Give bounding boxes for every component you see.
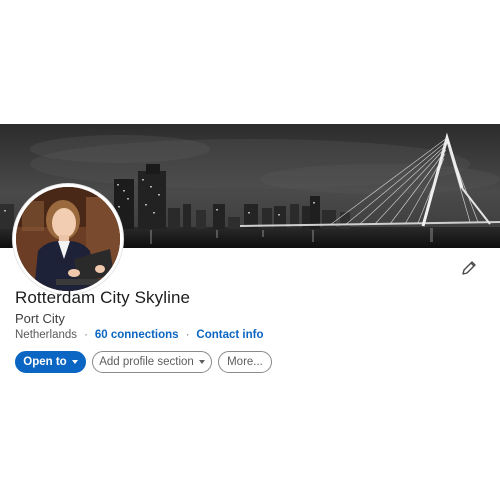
- add-section-label: Add profile section: [99, 356, 194, 368]
- pencil-icon: [462, 261, 476, 275]
- edit-profile-button[interactable]: [460, 259, 478, 277]
- more-button[interactable]: More...: [218, 351, 272, 373]
- contact-info-link[interactable]: Contact info: [196, 329, 263, 341]
- caret-down-icon: [71, 360, 78, 364]
- more-label: More...: [227, 356, 263, 368]
- open-to-label: Open to: [23, 356, 67, 368]
- profile-card: Rotterdam City Skyline Port City Netherl…: [0, 124, 500, 384]
- meta-separator: ·: [185, 329, 190, 341]
- connections-link[interactable]: 60 connections: [95, 329, 179, 341]
- add-profile-section-button[interactable]: Add profile section: [92, 351, 212, 373]
- profile-headline: Port City: [15, 311, 65, 326]
- profile-actions: Open to Add profile section More...: [15, 351, 272, 373]
- profile-location: Netherlands: [15, 329, 78, 341]
- profile-photo-avatar[interactable]: [13, 184, 123, 294]
- person-photo-image: [16, 187, 120, 291]
- caret-down-icon: [198, 360, 205, 364]
- open-to-button[interactable]: Open to: [15, 351, 86, 373]
- profile-meta-row: Netherlands · 60 connections · Contact i…: [15, 329, 264, 341]
- meta-separator: ·: [84, 329, 88, 341]
- profile-name: Rotterdam City Skyline: [15, 288, 191, 307]
